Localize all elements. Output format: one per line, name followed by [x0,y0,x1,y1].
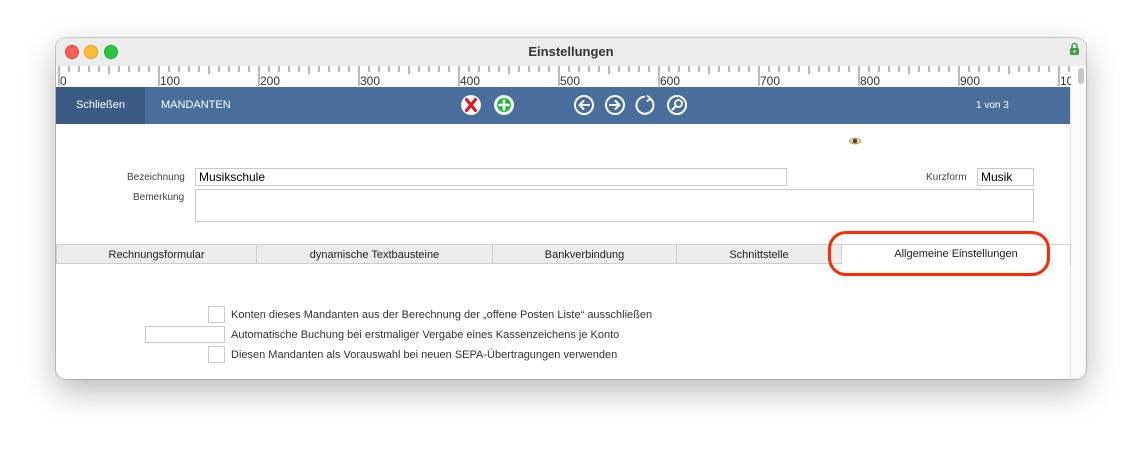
ruler-label: 800 [860,74,880,87]
exclude-open-items-label: Konten dieses Mandanten aus der Berechnu… [231,309,653,321]
ruler-label: 300 [360,74,380,87]
auto-booking-field[interactable] [145,326,225,343]
ruler-scrollbar-thumb[interactable] [1078,68,1084,84]
tab-bankverbindung[interactable]: Bankverbindung [493,244,677,264]
bemerkung-label: Bemerkung [133,192,185,203]
ruler-label: 500 [560,74,580,87]
back-arrow-icon[interactable] [573,94,595,116]
forward-arrow-icon[interactable] [604,94,626,116]
sepa-default-label: Diesen Mandanten als Vorauswahl bei neue… [231,349,618,361]
lock-icon[interactable] [1069,42,1080,56]
ruler-label: 200 [260,74,280,87]
search-icon[interactable] [666,94,688,116]
ruler-label: 900 [960,74,980,87]
settings-window: Einstellungen 0 100 200 300 400 500 600 700 800 9… [56,38,1086,379]
add-icon[interactable] [493,94,515,116]
title-bar: Einstellungen [56,38,1086,67]
refresh-icon[interactable] [635,94,657,116]
tab-dynamische-textbausteine[interactable]: dynamische Textbausteine [257,244,493,264]
ruler-label: 100 [160,74,180,87]
kurzform-label: Kurzform [926,172,967,183]
highlight-annotation [828,231,1050,276]
eye-icon[interactable] [848,136,862,146]
bezeichnung-field[interactable]: Musikschule [195,168,787,186]
ruler-label: 0 [60,74,67,87]
bemerkung-field[interactable] [195,189,1034,222]
vertical-scrollbar[interactable] [1070,87,1086,379]
tab-rechnungsformular[interactable]: Rechnungsformular [56,244,257,264]
ruler-label: 600 [660,74,680,87]
sepa-default-checkbox[interactable] [208,346,225,363]
ruler-label: 400 [460,74,480,87]
ruler-label: 10 [1060,74,1071,87]
ruler-label: 700 [760,74,780,87]
section-title: MANDANTEN [161,99,231,111]
window-title: Einstellungen [528,44,614,59]
toolbar: Schließen MANDANTEN 1 von 3 [56,87,1071,124]
auto-booking-label: Automatische Buchung bei erstmaliger Ver… [231,329,620,341]
ruler: 0 100 200 300 400 500 600 700 800 900 10 [56,66,1086,88]
close-button[interactable]: Schließen [56,87,145,124]
kurzform-field[interactable]: Musik [977,168,1034,186]
delete-icon[interactable] [460,94,482,116]
tab-schnittstelle[interactable]: Schnittstelle [677,244,842,264]
exclude-open-items-checkbox[interactable] [208,306,225,323]
bezeichnung-label: Bezeichnung [127,172,185,183]
record-count: 1 von 3 [976,100,1009,111]
ruler-ticks: 0 100 200 300 400 500 600 700 800 900 10 [58,66,1071,87]
